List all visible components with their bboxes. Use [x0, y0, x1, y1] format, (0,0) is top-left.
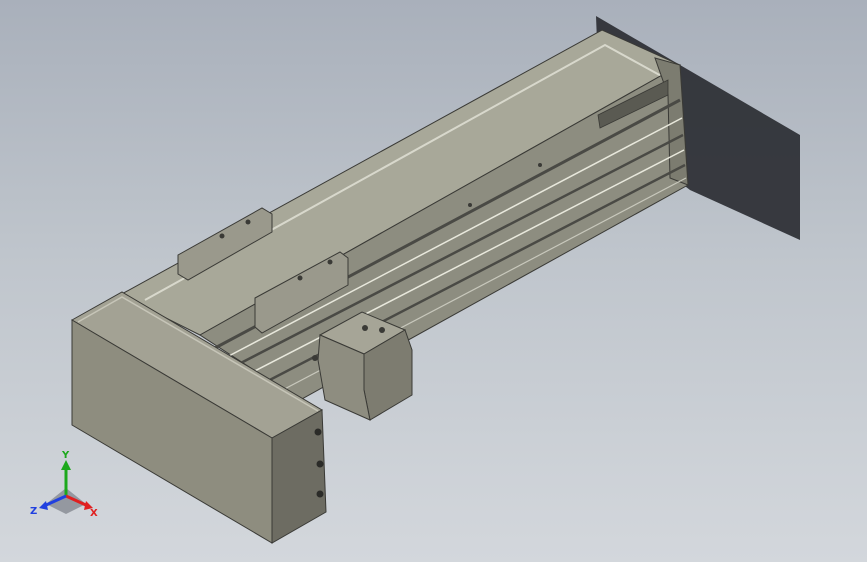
carriage-bolt-1 [362, 325, 368, 331]
mount-hole-6 [538, 163, 542, 167]
end-block-hole-2 [316, 460, 324, 468]
z-axis-arrow [39, 501, 48, 510]
orientation-triad[interactable]: Y X Z [28, 448, 104, 524]
mount-hole-4 [327, 259, 333, 265]
mount-hole-3 [297, 275, 303, 281]
mount-hole-5 [468, 203, 472, 207]
z-axis-label: Z [30, 506, 37, 517]
linear-actuator-model[interactable] [0, 0, 867, 562]
y-axis-label: Y [61, 450, 70, 461]
x-axis-label: X [90, 508, 98, 519]
carriage-bolt-2 [379, 327, 385, 333]
carriage-bolt-3 [312, 355, 318, 361]
y-axis-arrow [61, 460, 71, 470]
cad-viewport[interactable]: Y X Z [0, 0, 867, 562]
mount-hole-2 [245, 219, 251, 225]
end-block-hole-3 [316, 490, 324, 498]
end-block-hole-1 [314, 428, 322, 436]
mount-hole-1 [219, 233, 225, 239]
